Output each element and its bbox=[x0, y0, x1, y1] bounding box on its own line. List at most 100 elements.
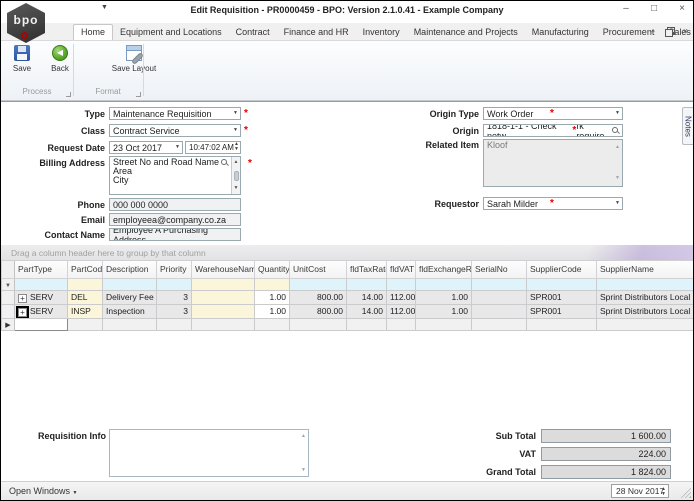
chevron-down-icon: ▼ bbox=[615, 200, 620, 206]
save-layout-icon bbox=[126, 45, 142, 61]
date-spinner-icons[interactable]: ▲ ▼ bbox=[661, 487, 666, 497]
format-dialog-launcher-icon[interactable] bbox=[136, 92, 141, 97]
groupbar-swoosh-decoration bbox=[543, 245, 693, 260]
origin-type-combobox[interactable]: Work Order * ▼ bbox=[483, 107, 623, 120]
expand-row-icon-focused[interactable]: + bbox=[18, 307, 27, 317]
phone-field[interactable]: 000 000 0000 bbox=[109, 198, 241, 211]
email-field[interactable]: employeea@company.co.za bbox=[109, 213, 241, 226]
col-suppliername[interactable]: SupplierName bbox=[596, 261, 693, 279]
process-dialog-launcher-icon[interactable] bbox=[66, 92, 71, 97]
origin-type-label: Origin Type bbox=[429, 108, 479, 119]
scroll-up-icon: ▲ bbox=[233, 159, 239, 165]
logo-text: bpo bbox=[13, 13, 39, 27]
mdi-minimize-button[interactable]: – bbox=[650, 26, 655, 36]
mdi-close-button[interactable]: × bbox=[683, 26, 688, 36]
chevron-down-icon: ▼ bbox=[175, 144, 180, 150]
status-date-picker[interactable]: 28 Nov 2017 ▲ ▼ bbox=[611, 484, 669, 498]
phone-label: Phone bbox=[77, 199, 105, 210]
scroll-down-icon: ▼ bbox=[233, 185, 239, 191]
vat-label: VAT bbox=[519, 449, 536, 459]
col-fldexchangerate[interactable]: fldExchangeRate bbox=[415, 261, 472, 279]
notes-side-tab[interactable]: Notes bbox=[682, 107, 693, 145]
tab-inventory[interactable]: Inventory bbox=[356, 25, 407, 40]
required-marker: * bbox=[550, 108, 554, 119]
email-label: Email bbox=[80, 214, 105, 225]
save-button[interactable]: Save bbox=[5, 41, 39, 87]
grid-new-row[interactable]: ▶ bbox=[1, 317, 693, 331]
col-priority[interactable]: Priority bbox=[156, 261, 192, 279]
scroll-up-icon: ▲ bbox=[615, 144, 620, 150]
tab-manufacturing[interactable]: Manufacturing bbox=[525, 25, 596, 40]
grand-total-field: 1 824.00 bbox=[541, 465, 671, 479]
mdi-restore-icon[interactable] bbox=[664, 27, 675, 37]
billing-address-field[interactable]: Street No and Road Name Area City ▲ ▼ bbox=[109, 156, 241, 195]
request-time-spinner[interactable]: 10:47:02 AM ▲ ▼ bbox=[185, 141, 241, 154]
ribbon: Save ◀ Back Save Layout Process Format bbox=[1, 41, 693, 101]
resize-grip[interactable] bbox=[681, 488, 691, 498]
type-combobox[interactable]: Maintenance Requisition ▼ bbox=[109, 107, 241, 120]
back-arrow-icon: ◀ bbox=[52, 45, 68, 61]
time-spinner-icons[interactable]: ▲ ▼ bbox=[234, 142, 239, 152]
row-indicator-header bbox=[1, 261, 15, 279]
back-button[interactable]: ◀ Back bbox=[43, 41, 77, 87]
grid-row-inspection[interactable]: + SERV INSP Inspection 3 1.00 800.00 14.0… bbox=[1, 303, 693, 319]
logo-ring-decoration bbox=[21, 32, 28, 39]
col-quantity[interactable]: Quantity bbox=[254, 261, 290, 279]
class-label: Class bbox=[80, 125, 105, 136]
tab-finance-and-hr[interactable]: Finance and HR bbox=[277, 25, 356, 40]
tab-home[interactable]: Home bbox=[73, 24, 114, 40]
form-area: Type Maintenance Requisition ▼ * Class C… bbox=[1, 101, 693, 481]
requisition-info-field[interactable]: ▲ ▼ bbox=[109, 429, 309, 477]
origin-field[interactable]: 1818-1-1 - Check netw * rk require... bbox=[483, 124, 623, 137]
status-bar: Open Windows ▼ 28 Nov 2017 ▲ ▼ bbox=[1, 481, 693, 500]
request-date-picker[interactable]: 23 Oct 2017 ▼ bbox=[109, 141, 183, 154]
requestor-combobox[interactable]: Sarah Milder * ▼ bbox=[483, 197, 623, 210]
col-fldtaxrate[interactable]: fldTaxRate bbox=[346, 261, 387, 279]
tab-equipment-and-locations[interactable]: Equipment and Locations bbox=[113, 25, 229, 40]
window-title: Edit Requisition - PR0000459 - BPO: Vers… bbox=[190, 5, 504, 15]
type-label: Type bbox=[84, 108, 105, 119]
search-icon[interactable] bbox=[221, 159, 229, 167]
grid-row-delivery-fee[interactable]: + SERV DEL Delivery Fee 3 1.00 800.00 14.… bbox=[1, 289, 693, 305]
col-unitcost[interactable]: UnitCost bbox=[289, 261, 347, 279]
close-button[interactable]: × bbox=[675, 3, 689, 14]
tab-contract[interactable]: Contract bbox=[229, 25, 277, 40]
ribbon-group-process: Process bbox=[1, 87, 73, 100]
search-icon[interactable] bbox=[612, 127, 620, 135]
tab-maintenance-and-projects[interactable]: Maintenance and Projects bbox=[407, 25, 525, 40]
chevron-down-icon: ▼ bbox=[233, 110, 238, 116]
col-description[interactable]: Description bbox=[102, 261, 157, 279]
requestor-label: Requestor bbox=[434, 198, 479, 209]
group-by-bar[interactable]: Drag a column header here to group by th… bbox=[1, 245, 693, 261]
new-row-icon: ▶ bbox=[5, 322, 11, 329]
expand-row-icon[interactable]: + bbox=[18, 293, 27, 303]
contact-name-label: Contact Name bbox=[44, 229, 105, 240]
save-layout-button[interactable]: Save Layout bbox=[111, 41, 157, 87]
col-warehousename[interactable]: WarehouseName bbox=[191, 261, 255, 279]
contact-name-field[interactable]: Employee A Purchasing Address bbox=[109, 228, 241, 241]
grid-filter-row[interactable]: ▼ bbox=[1, 277, 693, 291]
col-fldvat[interactable]: fldVAT bbox=[386, 261, 416, 279]
open-windows-button[interactable]: Open Windows ▼ bbox=[9, 486, 78, 496]
billing-scrollbar[interactable]: ▲ ▼ bbox=[231, 157, 240, 194]
chevron-down-icon: ▼ bbox=[72, 490, 78, 496]
grand-total-label: Grand Total bbox=[486, 467, 536, 477]
related-item-field: Kloof ▲ ▼ bbox=[483, 139, 623, 187]
scroll-up-icon: ▲ bbox=[301, 433, 306, 439]
col-parttype[interactable]: PartType bbox=[14, 261, 68, 279]
col-serialno[interactable]: SerialNo bbox=[471, 261, 527, 279]
new-row-edit-cell[interactable] bbox=[14, 317, 68, 331]
minimize-button[interactable]: – bbox=[619, 3, 633, 14]
lines-grid: Drag a column header here to group by th… bbox=[1, 245, 693, 331]
scroll-down-icon: ▼ bbox=[301, 467, 306, 473]
col-suppliercode[interactable]: SupplierCode bbox=[526, 261, 597, 279]
grid-header-row: PartType PartCode Description Priority W… bbox=[1, 261, 693, 279]
ribbon-tab-strip: Home Equipment and Locations Contract Fi… bbox=[1, 23, 693, 41]
chevron-down-icon: ▼ bbox=[615, 110, 620, 116]
col-partcode[interactable]: PartCode bbox=[67, 261, 103, 279]
maximize-button[interactable]: □ bbox=[647, 3, 661, 14]
origin-label: Origin bbox=[452, 125, 480, 136]
class-combobox[interactable]: Contract Service ▼ bbox=[109, 124, 241, 137]
related-item-label: Related Item bbox=[425, 140, 479, 150]
scroll-down-icon: ▼ bbox=[615, 175, 620, 181]
